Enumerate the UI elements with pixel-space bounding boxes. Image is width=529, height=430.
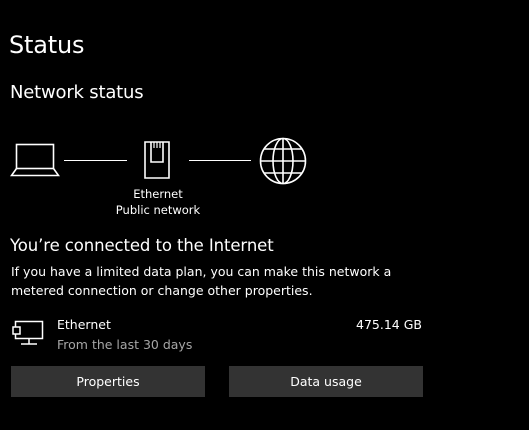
connector-left — [64, 160, 127, 161]
page-title: Status — [9, 31, 85, 59]
globe-icon — [259, 137, 307, 185]
adapter-usage-row: Ethernet From the last 30 days 475.14 GB — [0, 312, 529, 356]
connection-description: If you have a limited data plan, you can… — [11, 264, 392, 298]
properties-button[interactable]: Properties — [11, 366, 205, 397]
usage-period: From the last 30 days — [57, 337, 193, 352]
connector-right — [189, 160, 251, 161]
data-usage-amount: 475.14 GB — [356, 317, 422, 332]
connection-status-heading: You’re connected to the Internet — [10, 236, 274, 255]
network-status-heading: Network status — [10, 82, 144, 103]
adapter-name-label: Ethernet — [133, 187, 183, 201]
network-diagram: Ethernet Public network — [0, 130, 529, 220]
ethernet-adapter-icon — [12, 320, 44, 345]
data-usage-button[interactable]: Data usage — [229, 366, 423, 397]
laptop-icon — [10, 143, 60, 177]
network-profile-label: Public network — [115, 203, 201, 217]
ethernet-port-icon — [144, 141, 170, 179]
adapter-name: Ethernet — [57, 317, 111, 332]
